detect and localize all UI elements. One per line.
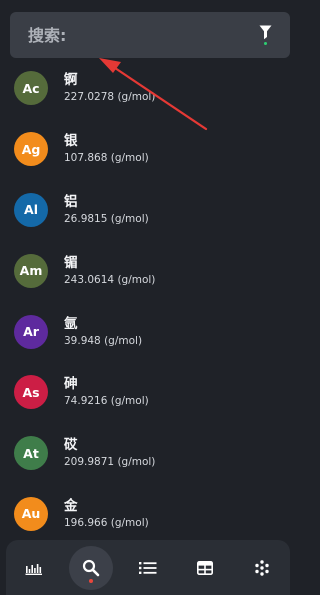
element-text: 锕 227.0278 (g/mol) [64, 71, 155, 105]
element-atomic-mass: 107.868 (g/mol) [64, 152, 149, 165]
element-name: 银 [64, 133, 78, 150]
element-name: 镅 [64, 254, 78, 271]
element-symbol-avatar: As [14, 375, 48, 410]
element-atomic-mass: 74.9216 (g/mol) [64, 395, 149, 408]
nav-search-button[interactable] [69, 545, 114, 590]
element-list-item[interactable]: Am 镅 243.0614 (g/mol) [0, 240, 296, 301]
bottom-navigation [6, 540, 290, 595]
element-search-screen: Ac 锕 227.0278 (g/mol) Ag 银 107.868 (g/mol) Al 铝… [0, 0, 296, 595]
table-icon [196, 560, 213, 575]
element-symbol-avatar: At [14, 436, 48, 471]
element-symbol-avatar: Ar [14, 314, 48, 349]
search-input[interactable] [28, 12, 252, 58]
element-atomic-mass: 196.966 (g/mol) [64, 516, 149, 529]
element-list-item[interactable]: Ar 氩 39.948 (g/mol) [0, 301, 296, 362]
element-atomic-mass: 227.0278 (g/mol) [64, 91, 156, 104]
histogram-icon [25, 560, 43, 576]
element-name: 氩 [64, 315, 78, 332]
element-text: 铝 26.9815 (g/mol) [64, 193, 149, 227]
element-atomic-mass: 209.9871 (g/mol) [64, 456, 156, 469]
filter-button[interactable] [252, 20, 278, 50]
element-list-item[interactable]: At 砹 209.9871 (g/mol) [0, 423, 296, 484]
element-symbol-avatar: Au [14, 496, 48, 531]
filter-icon [259, 25, 272, 40]
element-text: 砹 209.9871 (g/mol) [64, 436, 155, 470]
element-name: 铝 [64, 193, 78, 210]
element-list-item[interactable]: Au 金 196.966 (g/mol) [0, 484, 296, 540]
nav-list-button[interactable] [126, 546, 170, 590]
element-name: 砹 [64, 437, 78, 454]
element-text: 氩 39.948 (g/mol) [64, 315, 142, 349]
element-list-item[interactable]: Ac 锕 227.0278 (g/mol) [0, 58, 296, 119]
element-list-item[interactable]: Ag 银 107.868 (g/mol) [0, 119, 296, 180]
filter-active-indicator [263, 42, 267, 45]
element-atomic-mass: 243.0614 (g/mol) [64, 273, 156, 286]
nav-chart-button[interactable] [12, 546, 56, 590]
nav-more-button[interactable] [240, 546, 284, 590]
element-text: 银 107.868 (g/mol) [64, 132, 149, 166]
search-icon [82, 559, 100, 577]
element-list-item[interactable]: Al 铝 26.9815 (g/mol) [0, 180, 296, 241]
element-list: Ac 锕 227.0278 (g/mol) Ag 银 107.868 (g/mol) Al 铝… [0, 58, 296, 540]
element-list-item[interactable]: As 砷 74.9216 (g/mol) [0, 362, 296, 423]
dots-grid-icon [253, 559, 271, 576]
element-text: 镅 243.0614 (g/mol) [64, 254, 155, 288]
element-text: 金 196.966 (g/mol) [64, 497, 149, 531]
element-name: 锕 [64, 72, 78, 89]
element-symbol-avatar: Ag [14, 132, 48, 167]
element-text: 砷 74.9216 (g/mol) [64, 375, 149, 409]
nav-table-button[interactable] [183, 546, 227, 590]
element-atomic-mass: 39.948 (g/mol) [64, 334, 143, 347]
list-icon [138, 561, 157, 575]
element-symbol-avatar: Ac [14, 71, 48, 106]
element-symbol-avatar: Am [14, 253, 48, 288]
element-atomic-mass: 26.9815 (g/mol) [64, 212, 149, 225]
element-symbol-avatar: Al [14, 192, 48, 227]
search-bar [10, 12, 290, 58]
active-tab-indicator [89, 578, 94, 583]
element-name: 砷 [64, 376, 78, 393]
element-name: 金 [64, 497, 78, 514]
